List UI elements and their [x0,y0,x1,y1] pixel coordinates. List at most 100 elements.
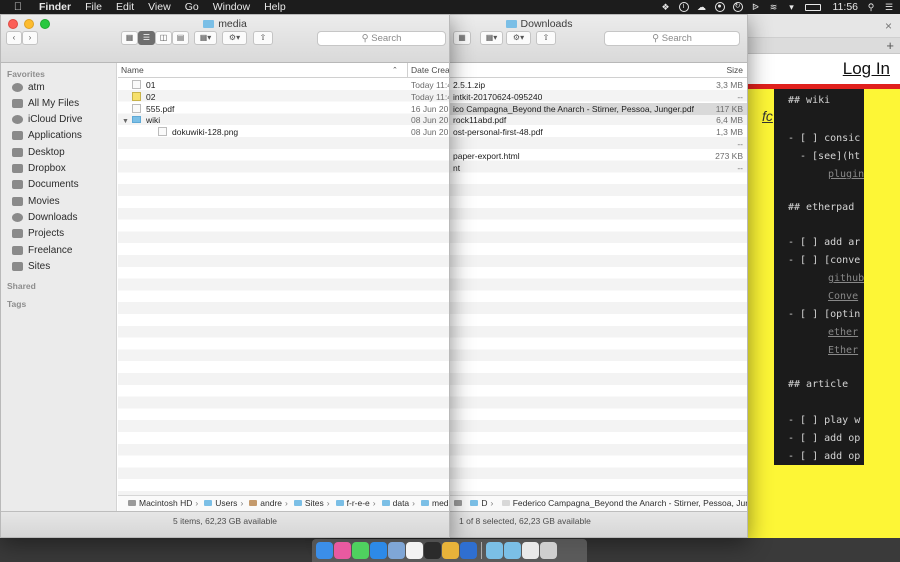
column-size[interactable]: Size [726,65,743,75]
code-line[interactable]: Conve [828,291,858,302]
sidebar-item-dropbox[interactable]: Dropbox [12,161,66,177]
path-item-file[interactable]: Federico Campagna_Beyond the Anarch - St… [513,498,747,508]
file-rows: 01 Today 11:4 02 Today 11:4 555.pdf 16 Jun 20… [118,78,449,495]
sidebar-shared-heading[interactable]: Shared [7,281,36,291]
menu-app-finder[interactable]: Finder [39,1,71,13]
arrange-icon[interactable]: ▦▾ [194,31,217,45]
sidebar-item-applications[interactable]: Applications [12,128,82,144]
sidebar-item-freelance[interactable]: Freelance [12,242,72,258]
path-item[interactable]: Macintosh HD [139,498,192,508]
sidebar-item-downloads[interactable]: Downloads [12,209,77,225]
path-item[interactable]: Users [215,498,237,508]
column-name[interactable]: Name [121,65,144,75]
action-gear-icon[interactable]: ⚙▾ [222,31,247,45]
back-button[interactable]: ‹ [6,31,22,45]
new-tab-icon[interactable]: + [886,39,894,52]
wifi-icon[interactable]: ≋ [769,2,779,12]
code-line: - [ ] consic [788,133,861,144]
folder-stack-icon[interactable] [486,542,503,559]
preview-icon[interactable] [388,542,405,559]
yellow-document-icon [132,91,141,101]
sidebar-item-desktop[interactable]: Desktop [12,144,65,160]
dock [312,539,587,562]
sidebar-item-label: Downloads [28,211,78,223]
finder-icon[interactable] [316,542,333,559]
code-line[interactable]: github [828,273,864,284]
close-tab-icon[interactable]: × [885,19,892,33]
path-item[interactable]: D [481,498,487,508]
sidebar-item-atm[interactable]: atm [12,79,45,95]
path-item[interactable]: andre [260,498,282,508]
sidebar-item-label: Movies [28,195,60,207]
share-icon[interactable]: ⇧ [536,31,556,45]
column-view-icon[interactable]: ◫ [155,31,172,45]
itunes-icon[interactable] [334,542,351,559]
login-link[interactable]: Log In [843,59,890,79]
share-icon[interactable]: ⇧ [253,31,273,45]
sidebar-item-projects[interactable]: Projects [12,226,64,242]
table-row[interactable]: 01 Today 11:4 [118,79,449,91]
table-row[interactable]: ▼ wiki 08 Jun 201 [118,114,449,126]
dropbox-icon[interactable]: ❖ [661,2,671,12]
folder-icon [421,500,429,506]
menu-view[interactable]: View [148,1,171,13]
battery-icon[interactable] [804,3,821,11]
action-gear-icon[interactable]: ⚙▾ [506,31,531,45]
safari-icon[interactable] [370,542,387,559]
cloud-icon[interactable]: ☁ [697,2,707,12]
lock-icon[interactable]: ● [714,2,725,12]
search-input[interactable]: ⚲ Search [317,31,446,46]
icon-view-icon[interactable]: ▦ [121,31,138,45]
info-icon[interactable]: i [678,2,689,12]
forward-button[interactable]: › [22,31,38,45]
menu-window[interactable]: Window [213,1,250,13]
apple-menu-icon[interactable]:  [11,1,25,13]
code-line[interactable]: Ether [828,345,858,356]
list-view-icon[interactable]: ☰ [138,31,155,45]
sidebar-item-movies[interactable]: Movies [12,193,60,209]
table-row[interactable]: 02 Today 11:4 [118,91,449,103]
path-item[interactable]: Sites [305,498,324,508]
table-row[interactable]: 555.pdf 16 Jun 201 [118,103,449,115]
heading-link-fragment[interactable]: fc [762,108,773,124]
path-item[interactable]: data [393,498,410,508]
path-item[interactable]: f-r-e-e [347,498,370,508]
sidebar-item-all-my-files[interactable]: All My Files [12,95,79,111]
sidebar-item-sites[interactable]: Sites [12,258,50,274]
app-icon[interactable] [406,542,423,559]
coverflow-view-icon[interactable]: ▦ [453,31,471,45]
code-line[interactable]: ether [828,327,858,338]
column-date-created[interactable]: Date Created [411,65,449,75]
downloads-stack-icon[interactable] [504,542,521,559]
messages-icon[interactable] [352,542,369,559]
trash-icon[interactable] [540,542,557,559]
menu-help[interactable]: Help [264,1,286,13]
terminal-icon[interactable] [424,542,441,559]
sidebar-item-icloud-drive[interactable]: iCloud Drive [12,112,82,128]
bluetooth-icon[interactable]: ᐉ [751,2,761,12]
sidebar-item-documents[interactable]: Documents [12,177,79,193]
folder-icon [12,245,23,255]
arrange-icon[interactable]: ▦▾ [480,31,503,45]
search-input[interactable]: ⚲ Search [604,31,740,46]
chrome-icon[interactable] [442,542,459,559]
file-name: 2.5.1.zip [453,80,486,90]
code-line[interactable]: plugin:b [828,169,864,180]
menu-clock[interactable]: 11:56 [833,1,859,13]
documents-stack-icon[interactable] [522,542,539,559]
menu-go[interactable]: Go [185,1,199,13]
menu-edit[interactable]: Edit [116,1,134,13]
code-line: ## article [788,379,849,390]
volume-icon[interactable]: ▾ [787,2,797,12]
coverflow-view-icon[interactable]: ▤ [172,31,189,45]
menu-file[interactable]: File [85,1,102,13]
spotlight-icon[interactable]: ⚲ [866,2,876,12]
sidebar-tags-heading[interactable]: Tags [7,299,26,309]
table-row[interactable]: dokuwiki-128.png 08 Jun 201 [118,126,449,138]
timemachine-icon[interactable]: ↻ [732,2,743,12]
notification-center-icon[interactable]: ☰ [884,2,894,12]
path-item[interactable]: media [432,498,449,508]
file-date: 16 Jun 201 [411,103,449,114]
1password-icon[interactable] [460,542,477,559]
window-title: Downloads [520,18,573,30]
